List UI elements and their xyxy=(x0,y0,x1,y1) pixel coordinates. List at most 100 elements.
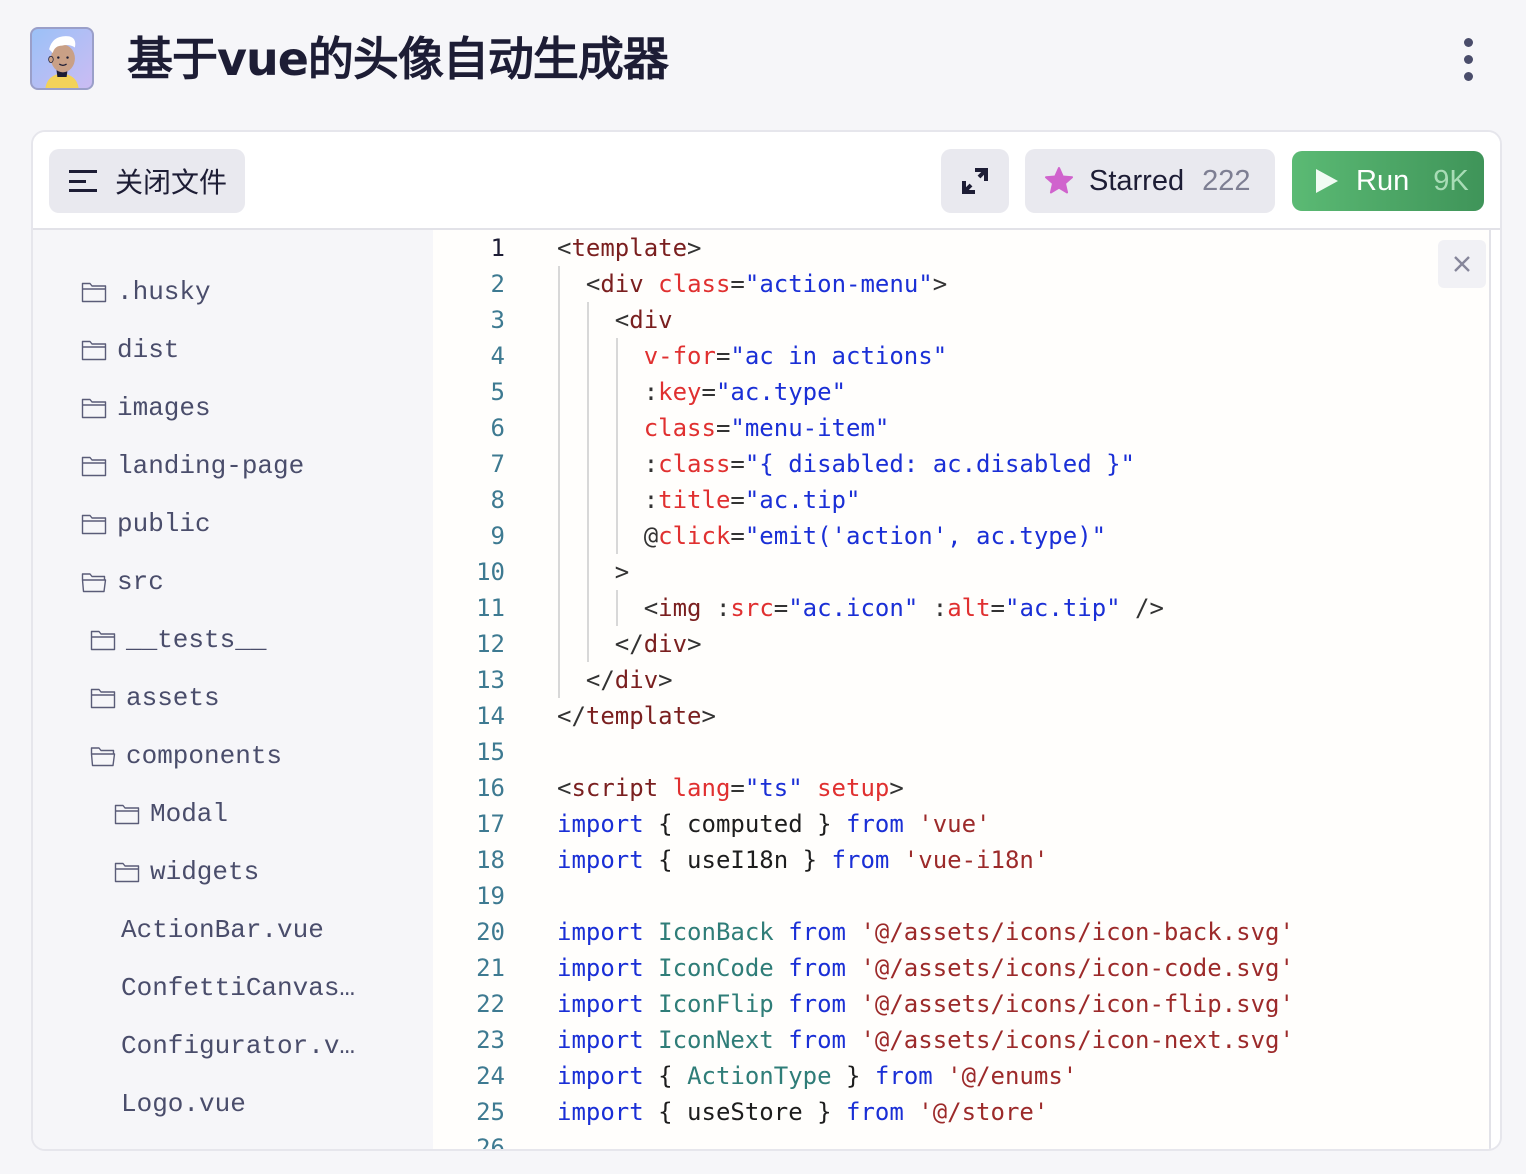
menu-lines-icon xyxy=(69,170,97,192)
code-line: 18 import { useI18n } from 'vue-i18n' xyxy=(433,842,1489,878)
code-line: 4 v-for="ac in actions" xyxy=(433,338,1489,374)
code-line: 20 import IconBack from '@/assets/icons/i… xyxy=(433,914,1489,950)
line-number: 23 xyxy=(476,1026,505,1054)
run-button[interactable]: Run 9K xyxy=(1292,151,1484,211)
code-token: click xyxy=(658,522,731,550)
code-token: from xyxy=(846,810,904,838)
tree-item-label: __tests__ xyxy=(126,625,267,655)
code-text: </div> xyxy=(557,626,702,662)
code-token: from xyxy=(788,954,846,982)
file-item[interactable]: ConfettiCanvas… xyxy=(121,968,355,1008)
code-token: = xyxy=(773,594,789,622)
line-number: 5 xyxy=(490,378,505,406)
code-token: import xyxy=(557,1098,644,1126)
code-token: '@/assets/icons/icon-back.svg' xyxy=(860,918,1294,946)
line-number: 21 xyxy=(476,954,505,982)
file-item[interactable]: Configurator.v… xyxy=(121,1026,355,1066)
kebab-dot xyxy=(1463,71,1473,81)
code-text: :key="ac.type" xyxy=(557,374,846,410)
file-item[interactable]: ActionBar.vue xyxy=(121,910,324,950)
tree-item-label: images xyxy=(117,393,211,423)
code-token: < xyxy=(557,306,630,334)
editor-scrollbar[interactable] xyxy=(1489,230,1500,1149)
expand-button[interactable] xyxy=(941,149,1009,213)
line-number: 2 xyxy=(490,270,505,298)
folder-item[interactable]: assets xyxy=(90,678,220,718)
code-token: "ac.type" xyxy=(715,378,847,406)
code-text: @click="emit('action', ac.type)" xyxy=(557,518,1106,554)
folder-item[interactable]: components xyxy=(90,736,282,776)
line-number: 18 xyxy=(476,846,505,874)
code-text: import IconCode from '@/assets/icons/ico… xyxy=(557,950,1294,986)
folder-item[interactable]: public xyxy=(81,504,211,544)
code-token: </ xyxy=(557,630,644,658)
folder-icon xyxy=(114,862,140,883)
code-token: import xyxy=(557,990,644,1018)
code-token: div xyxy=(600,270,644,298)
code-text: class="menu-item" xyxy=(557,410,890,446)
code-line: 16 <script lang="ts" setup> xyxy=(433,770,1489,806)
close-files-button[interactable]: 关闭文件 xyxy=(49,149,245,213)
line-number: 26 xyxy=(476,1134,505,1151)
line-number: 4 xyxy=(490,342,505,370)
code-token: @ xyxy=(643,522,659,550)
code-text: import { computed } from 'vue' xyxy=(557,806,991,842)
folder-icon xyxy=(81,514,107,535)
folder-item[interactable]: .husky xyxy=(81,272,211,312)
code-text: <div xyxy=(557,302,673,338)
play-icon xyxy=(1316,169,1338,193)
folder-item[interactable]: Modal xyxy=(114,794,228,834)
code-token: : xyxy=(643,486,659,514)
code-token: img xyxy=(658,594,702,622)
tree-item-label: widgets xyxy=(150,857,260,887)
code-token: '@/assets/icons/icon-code.svg' xyxy=(860,954,1294,982)
folder-item[interactable]: dist xyxy=(81,330,179,370)
code-line: 21 import IconCode from '@/assets/icons/i… xyxy=(433,950,1489,986)
page-header: 基于vue的头像自动生成器 xyxy=(0,0,1526,120)
code-token: from xyxy=(874,1062,933,1090)
code-token: : xyxy=(643,378,659,406)
code-token: IconBack xyxy=(658,918,774,946)
kebab-dot xyxy=(1463,54,1473,64)
code-text: v-for="ac in actions" xyxy=(557,338,947,374)
code-line: 23 import IconNext from '@/assets/icons/i… xyxy=(433,1022,1489,1058)
code-text: <template> xyxy=(557,230,702,266)
code-text: import IconNext from '@/assets/icons/ico… xyxy=(557,1022,1294,1058)
code-text: import { useI18n } from 'vue-i18n' xyxy=(557,842,1048,878)
code-token: from xyxy=(788,990,846,1018)
line-number: 20 xyxy=(476,918,505,946)
file-item[interactable]: Logo.vue xyxy=(121,1084,246,1124)
line-number: 17 xyxy=(476,810,505,838)
line-number: 7 xyxy=(490,450,505,478)
code-token: "ac.icon" xyxy=(788,594,919,622)
code-editor[interactable]: 1 <template> 2 <div class="action-menu"> 3 … xyxy=(433,230,1489,1151)
kebab-menu-button[interactable] xyxy=(1450,36,1486,82)
code-token: = xyxy=(715,342,731,370)
code-token: > xyxy=(889,774,904,802)
code-token: v-for xyxy=(643,342,716,370)
code-token: IconFlip xyxy=(658,990,774,1018)
folder-item[interactable]: src xyxy=(81,562,164,602)
code-token: div xyxy=(643,630,688,658)
folder-item[interactable]: __tests__ xyxy=(90,620,266,660)
code-line: 12 </div> xyxy=(433,626,1489,662)
close-editor-button[interactable] xyxy=(1438,240,1486,288)
star-button[interactable]: Starred 222 xyxy=(1025,149,1275,213)
tree-item-label: src xyxy=(117,567,164,597)
code-token: > xyxy=(701,702,716,730)
avatar-illustration-icon xyxy=(45,36,79,88)
code-line: 1 <template> xyxy=(433,230,1489,266)
code-token: import xyxy=(557,1062,644,1090)
code-token: "ts" xyxy=(744,774,803,802)
close-x-icon xyxy=(1454,256,1470,272)
folder-item[interactable]: images xyxy=(81,388,211,428)
folder-item[interactable]: widgets xyxy=(114,852,259,892)
folder-item[interactable]: landing-page xyxy=(81,446,304,486)
tree-item-label: Modal xyxy=(150,799,229,829)
